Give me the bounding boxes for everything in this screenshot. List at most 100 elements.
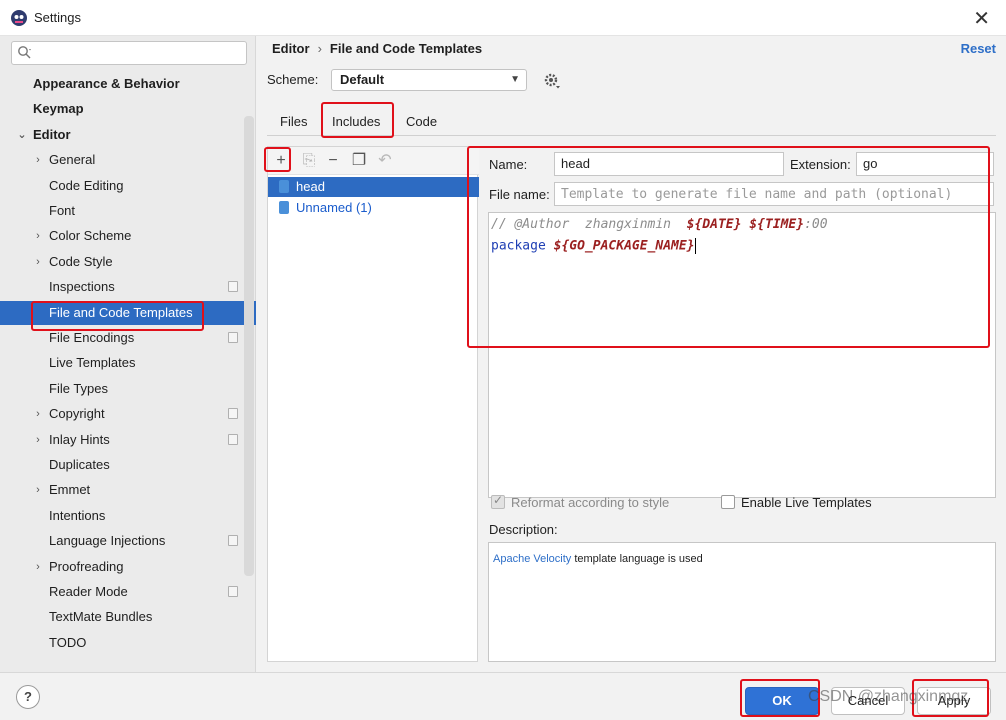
sidebar-item-live-templates[interactable]: Live Templates	[0, 351, 256, 375]
filename-field[interactable]: Template to generate file name and path …	[554, 182, 994, 206]
sidebar-item-copyright[interactable]: › Copyright	[0, 402, 256, 426]
live-templates-label: Enable Live Templates	[741, 495, 872, 510]
sidebar-item-editor[interactable]: ⌄ Editor	[0, 123, 256, 147]
sidebar-item-file-and-code-templates[interactable]: File and Code Templates	[0, 300, 256, 325]
tab-files[interactable]: Files	[280, 114, 307, 129]
template-item-unnamed[interactable]: Unnamed (1)	[268, 198, 479, 218]
sidebar-item-code-style[interactable]: › Code Style	[0, 250, 256, 274]
extension-label: Extension:	[790, 157, 851, 172]
sidebar-item-color-scheme[interactable]: › Color Scheme	[0, 224, 256, 248]
breadcrumb-parent[interactable]: Editor	[272, 41, 310, 56]
chevron-right-icon[interactable]: ›	[32, 224, 44, 248]
filename-label: File name:	[489, 187, 550, 202]
sidebar-scrollbar[interactable]	[244, 116, 254, 576]
chevron-right-icon[interactable]: ›	[32, 148, 44, 172]
duplicate-template-button[interactable]: ❐	[349, 151, 369, 171]
apply-button[interactable]: Apply	[917, 687, 991, 715]
remove-template-button[interactable]: −	[323, 151, 343, 171]
search-input[interactable]	[11, 41, 247, 65]
description-suffix: template language is used	[571, 553, 703, 565]
dropdown-arrow-icon: ▼	[510, 74, 520, 85]
template-item-label: head	[296, 179, 325, 194]
live-templates-checkbox[interactable]	[721, 495, 735, 509]
chevron-down-icon[interactable]: ⌄	[16, 123, 28, 147]
sidebar-item-label: Reader Mode	[49, 584, 128, 599]
sidebar-item-inlay-hints[interactable]: › Inlay Hints	[0, 428, 256, 452]
sidebar-item-label: Code Style	[49, 253, 113, 269]
scheme-select[interactable]: Default ▼	[331, 69, 527, 91]
sidebar-item-keymap[interactable]: Keymap	[0, 97, 256, 121]
sidebar-item-duplicates[interactable]: Duplicates	[0, 453, 256, 477]
sidebar-item-inspections[interactable]: Inspections	[0, 275, 256, 299]
sidebar-item-todo[interactable]: TODO	[0, 631, 256, 655]
window-titlebar: Settings ✕	[0, 0, 1006, 36]
sidebar-item-label: Appearance & Behavior	[33, 76, 180, 91]
file-icon	[279, 180, 289, 193]
template-list-panel: + ⎘ − ❐ ↶ head Unnamed (1)	[267, 146, 479, 662]
name-field[interactable]: head	[554, 152, 784, 176]
sidebar-item-proofreading[interactable]: › Proofreading	[0, 555, 256, 579]
chevron-right-icon[interactable]: ›	[32, 250, 44, 274]
sidebar-item-code-editing[interactable]: Code Editing	[0, 174, 256, 198]
sidebar-item-label: General	[49, 152, 96, 168]
gear-icon[interactable]	[543, 72, 561, 90]
sidebar-item-label: Font	[49, 203, 76, 218]
extension-field[interactable]: go	[856, 152, 994, 176]
template-editor-panel: Name: head Extension: go File name: Temp…	[488, 146, 996, 662]
template-item-label: Unnamed (1)	[296, 200, 372, 215]
sidebar-item-file-encodings[interactable]: File Encodings	[0, 326, 256, 350]
settings-sidebar: Appearance & Behavior Keymap ⌄ Editor › Gener…	[0, 36, 256, 672]
code-variable: ${GO_PACKAGE_NAME}	[553, 238, 695, 254]
sidebar-item-label: File and Code Templates	[49, 304, 193, 320]
scheme-value: Default	[340, 72, 385, 87]
copy-template-button[interactable]: ⎘	[299, 151, 319, 171]
code-comment: // @Author zhangxinmin	[491, 217, 687, 232]
description-text: Apache Velocity template language is use…	[493, 553, 703, 565]
chevron-right-icon[interactable]: ›	[32, 428, 44, 452]
reformat-label: Reformat according to style	[511, 495, 670, 510]
tab-code[interactable]: Code	[406, 114, 437, 129]
sidebar-item-label: Duplicates	[49, 457, 110, 472]
sidebar-item-label: File Types	[49, 380, 109, 396]
app-icon	[11, 10, 27, 26]
project-settings-icon	[228, 586, 238, 597]
help-button[interactable]: ?	[16, 685, 40, 709]
sidebar-item-label: Inspections	[49, 279, 115, 295]
reformat-checkbox[interactable]	[491, 493, 505, 509]
template-item-head[interactable]: head	[268, 177, 479, 197]
sidebar-item-label: Intentions	[49, 507, 106, 523]
sidebar-item-label: Keymap	[33, 101, 84, 117]
filename-placeholder: Template to generate file name and path …	[561, 187, 953, 202]
scheme-label: Scheme:	[267, 72, 319, 87]
sidebar-item-language-injections[interactable]: Language Injections	[0, 529, 256, 553]
sidebar-item-appearance-behavior[interactable]: Appearance & Behavior	[0, 72, 256, 96]
sidebar-item-reader-mode[interactable]: Reader Mode	[0, 580, 256, 604]
sidebar-item-file-types[interactable]: File Types	[0, 377, 256, 401]
chevron-right-icon[interactable]: ›	[32, 402, 44, 426]
velocity-link[interactable]: Apache Velocity	[493, 553, 571, 565]
sidebar-item-textmate-bundles[interactable]: TextMate Bundles	[0, 605, 256, 629]
sidebar-item-intentions[interactable]: Intentions	[0, 504, 256, 528]
sidebar-item-general[interactable]: › General	[0, 148, 256, 172]
reset-link[interactable]: Reset	[961, 41, 996, 56]
template-code-editor[interactable]: // @Author zhangxinmin ${DATE} ${TIME}:0…	[488, 212, 996, 498]
chevron-right-icon[interactable]: ›	[32, 555, 44, 579]
template-toolbar: + ⎘ − ❐ ↶	[268, 147, 479, 175]
code-variable: ${TIME}	[749, 217, 805, 232]
close-icon[interactable]: ✕	[973, 6, 990, 31]
code-variable: ${DATE}	[686, 217, 742, 232]
tab-includes[interactable]: Includes	[332, 114, 380, 129]
template-tabs: Files Includes Code	[267, 100, 996, 136]
sidebar-item-label: Color Scheme	[49, 228, 132, 244]
chevron-right-icon[interactable]: ›	[32, 478, 44, 502]
ok-button[interactable]: OK	[745, 687, 819, 715]
sidebar-item-font[interactable]: Font	[0, 199, 256, 223]
breadcrumb: Editor › File and Code Templates	[272, 41, 482, 56]
add-template-button[interactable]: +	[271, 151, 291, 171]
code-line-1: // @Author zhangxinmin ${DATE} ${TIME}:0…	[491, 217, 828, 232]
sidebar-item-emmet[interactable]: › Emmet	[0, 478, 256, 502]
project-settings-icon	[228, 408, 238, 420]
cancel-button[interactable]: Cancel	[831, 687, 905, 715]
sidebar-item-label: TODO	[49, 634, 87, 650]
reset-template-button[interactable]: ↶	[375, 151, 395, 171]
